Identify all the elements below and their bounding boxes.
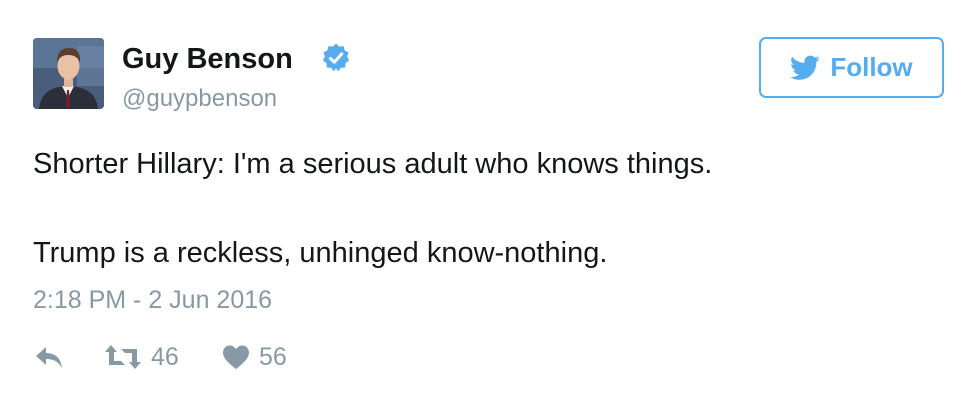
follow-button-label: Follow <box>830 52 913 82</box>
verified-badge-icon <box>322 43 350 72</box>
retweet-count: 46 <box>151 343 179 371</box>
heart-icon <box>223 345 249 369</box>
tweet-timestamp[interactable]: 2:18 PM - 2 Jun 2016 <box>33 284 272 316</box>
reply-button[interactable] <box>33 340 65 374</box>
retweet-button[interactable]: 46 <box>103 340 179 374</box>
twitter-bird-icon <box>790 55 820 80</box>
retweet-icon <box>105 345 141 369</box>
tweet-card: Guy Benson @guypbenson Follow Shorter Hi… <box>0 0 980 401</box>
like-count: 56 <box>259 343 287 371</box>
avatar-image <box>33 38 104 109</box>
follow-button[interactable]: Follow <box>759 37 944 98</box>
tweet-text-line-1: Shorter Hillary: I'm a serious adult who… <box>33 148 713 180</box>
tweet-text-line-2: Trump is a reckless, unhinged know-nothi… <box>33 237 608 269</box>
like-button[interactable]: 56 <box>221 340 287 374</box>
author-name[interactable]: Guy Benson <box>122 42 293 76</box>
author-handle[interactable]: @guypbenson <box>122 84 277 114</box>
reply-icon <box>36 347 62 368</box>
avatar[interactable] <box>33 38 104 109</box>
